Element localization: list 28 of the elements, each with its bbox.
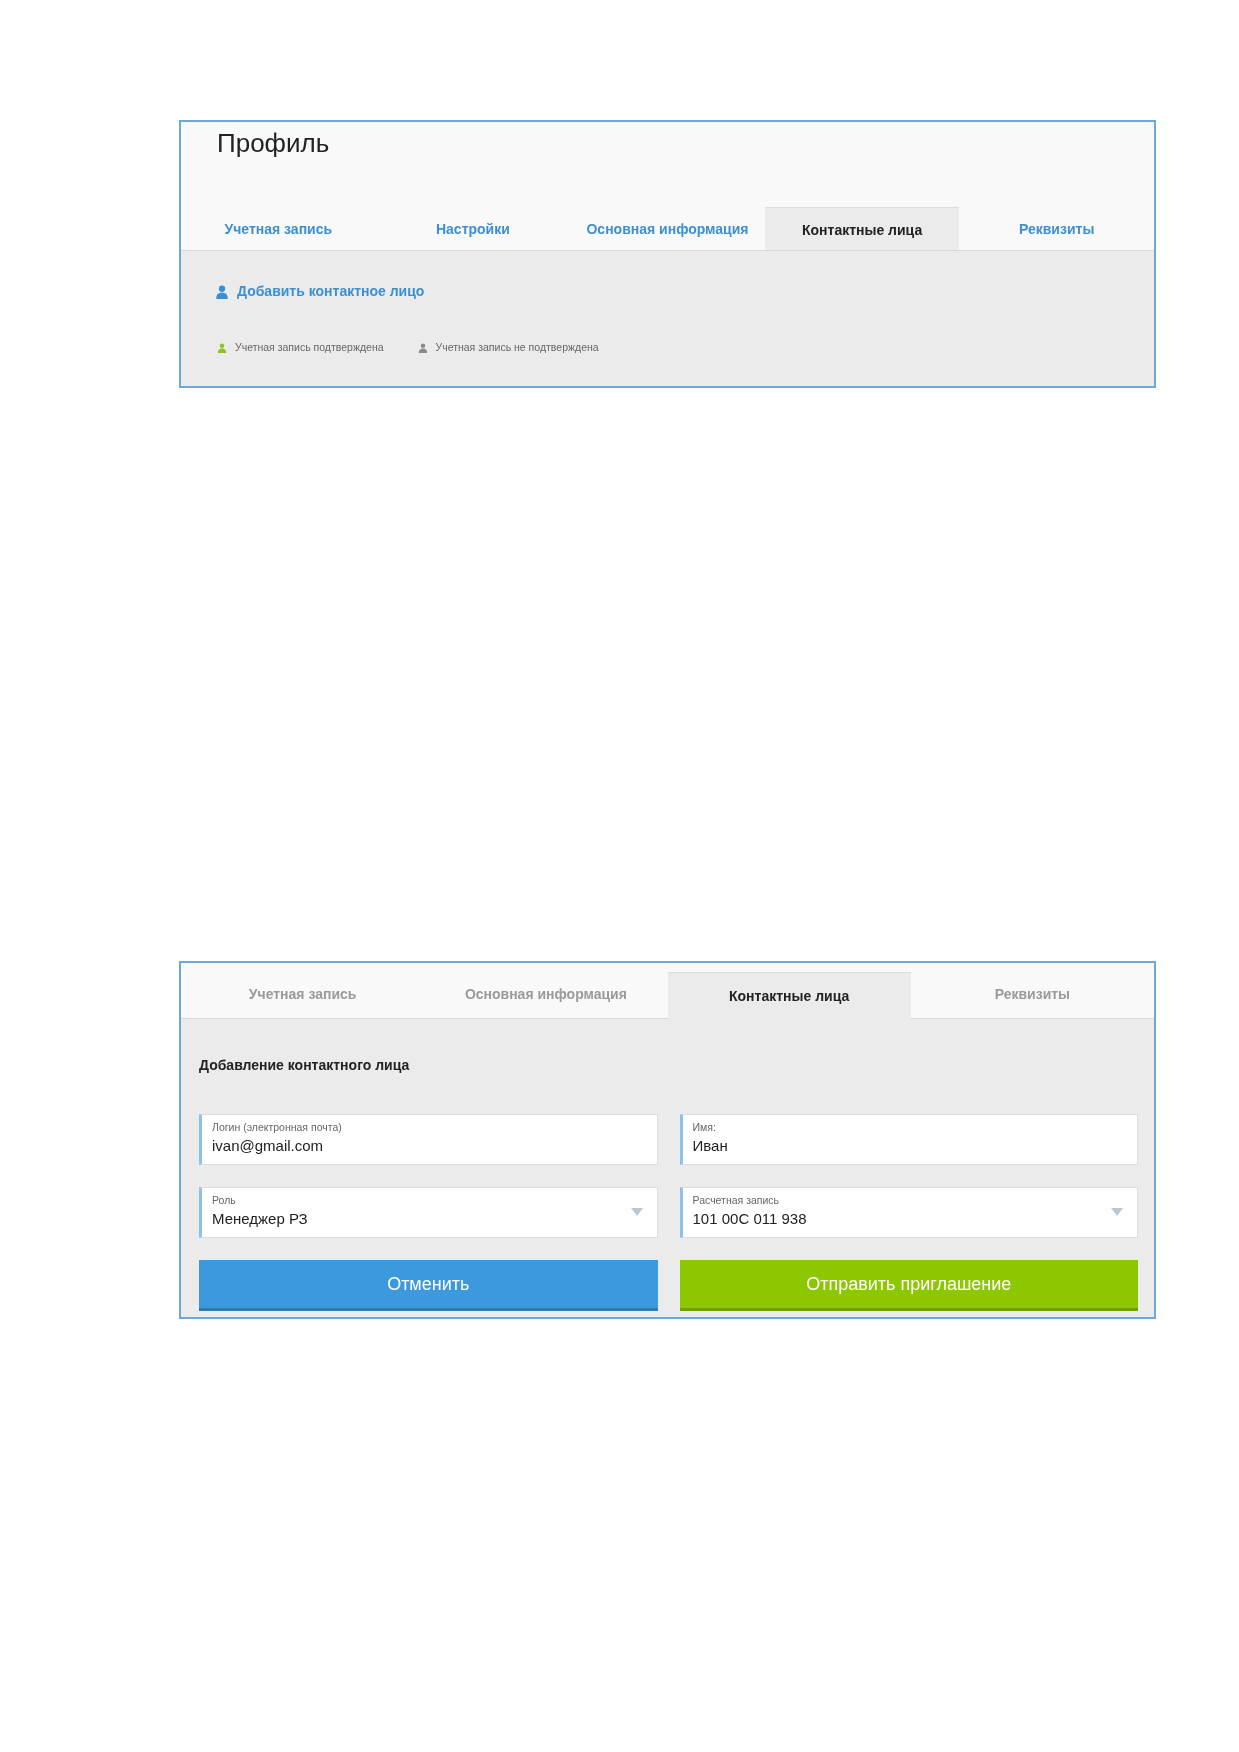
dropdown-field[interactable]: Роль Менеджер РЗ (199, 1187, 658, 1238)
field-value: Менеджер РЗ (212, 1208, 308, 1229)
tab[interactable]: Основная информация (570, 207, 765, 250)
field-value: 101 00C 011 938 (692, 1208, 807, 1229)
tab[interactable]: Настройки (375, 207, 571, 250)
field-label: Роль (212, 1194, 237, 1207)
tab[interactable]: Реквизиты (959, 207, 1154, 250)
page-title: Профиль (216, 127, 331, 160)
input-field[interactable]: Имя: Иван (679, 1114, 1138, 1165)
caret-icon (630, 1208, 643, 1216)
tab[interactable]: Контактные лица (764, 207, 960, 250)
add-contact-link[interactable]: Добавить контактное лицо (237, 281, 425, 302)
field-value: ivan@gmail.com (212, 1135, 324, 1156)
field-label: Логин (электронная почта) (212, 1121, 343, 1134)
dropdown-field[interactable]: Расчетная запись 101 00C 011 938 (679, 1187, 1138, 1238)
caret-icon (1111, 1208, 1123, 1216)
tab[interactable]: Учетная запись (181, 207, 376, 250)
legend-label: Учетная запись не подтверждена (435, 340, 599, 355)
field-value: Иван (692, 1135, 728, 1156)
form-heading: Добавление контактного лица (199, 1056, 411, 1075)
send-invitation-button[interactable]: Отправить приглашение (679, 1260, 1138, 1311)
legend-label: Учетная запись подтверждена (235, 340, 384, 355)
input-field[interactable]: Логин (электронная почта) ivan@gmail.com (199, 1114, 658, 1165)
field-label: Имя: (692, 1121, 717, 1134)
cancel-button[interactable]: Отменить (199, 1260, 658, 1311)
tab[interactable]: Контактные лица (667, 972, 911, 1019)
field-label: Расчетная запись (692, 1194, 781, 1207)
person-icon (215, 284, 229, 299)
